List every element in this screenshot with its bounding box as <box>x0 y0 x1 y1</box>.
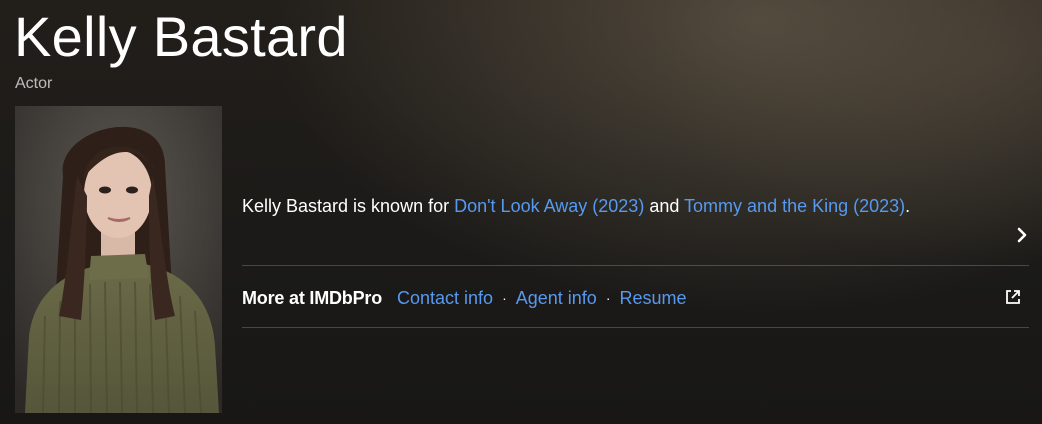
known-for-prefix: Kelly Bastard is known for <box>242 196 455 216</box>
separator-dot: · <box>605 290 611 306</box>
known-for-link-1[interactable]: Don't Look Away (2023) <box>454 196 644 216</box>
role-label: Actor <box>15 75 53 92</box>
chevron-right-icon[interactable] <box>1013 224 1033 246</box>
known-for-text: Kelly Bastard is known for Don't Look Aw… <box>242 191 972 222</box>
imdbpro-row: More at IMDbPro Contact info · Agent inf… <box>242 284 687 312</box>
known-for-link-2[interactable]: Tommy and the King (2023) <box>684 196 905 216</box>
photo-illustration <box>15 106 222 413</box>
divider-bottom <box>242 327 1029 328</box>
separator-dot: · <box>502 290 507 306</box>
agent-info-link[interactable]: Agent info <box>516 288 597 309</box>
known-for-joiner: and <box>644 196 685 216</box>
page-title: Kelly Bastard <box>14 5 348 68</box>
external-link-icon[interactable] <box>1004 288 1022 306</box>
resume-link[interactable]: Resume <box>619 288 686 309</box>
divider-top <box>242 265 1029 266</box>
contact-info-link[interactable]: Contact info <box>397 288 493 309</box>
known-for-suffix: . <box>905 196 911 216</box>
actor-photo[interactable] <box>15 106 222 413</box>
imdbpro-label: More at IMDbPro <box>242 287 383 308</box>
